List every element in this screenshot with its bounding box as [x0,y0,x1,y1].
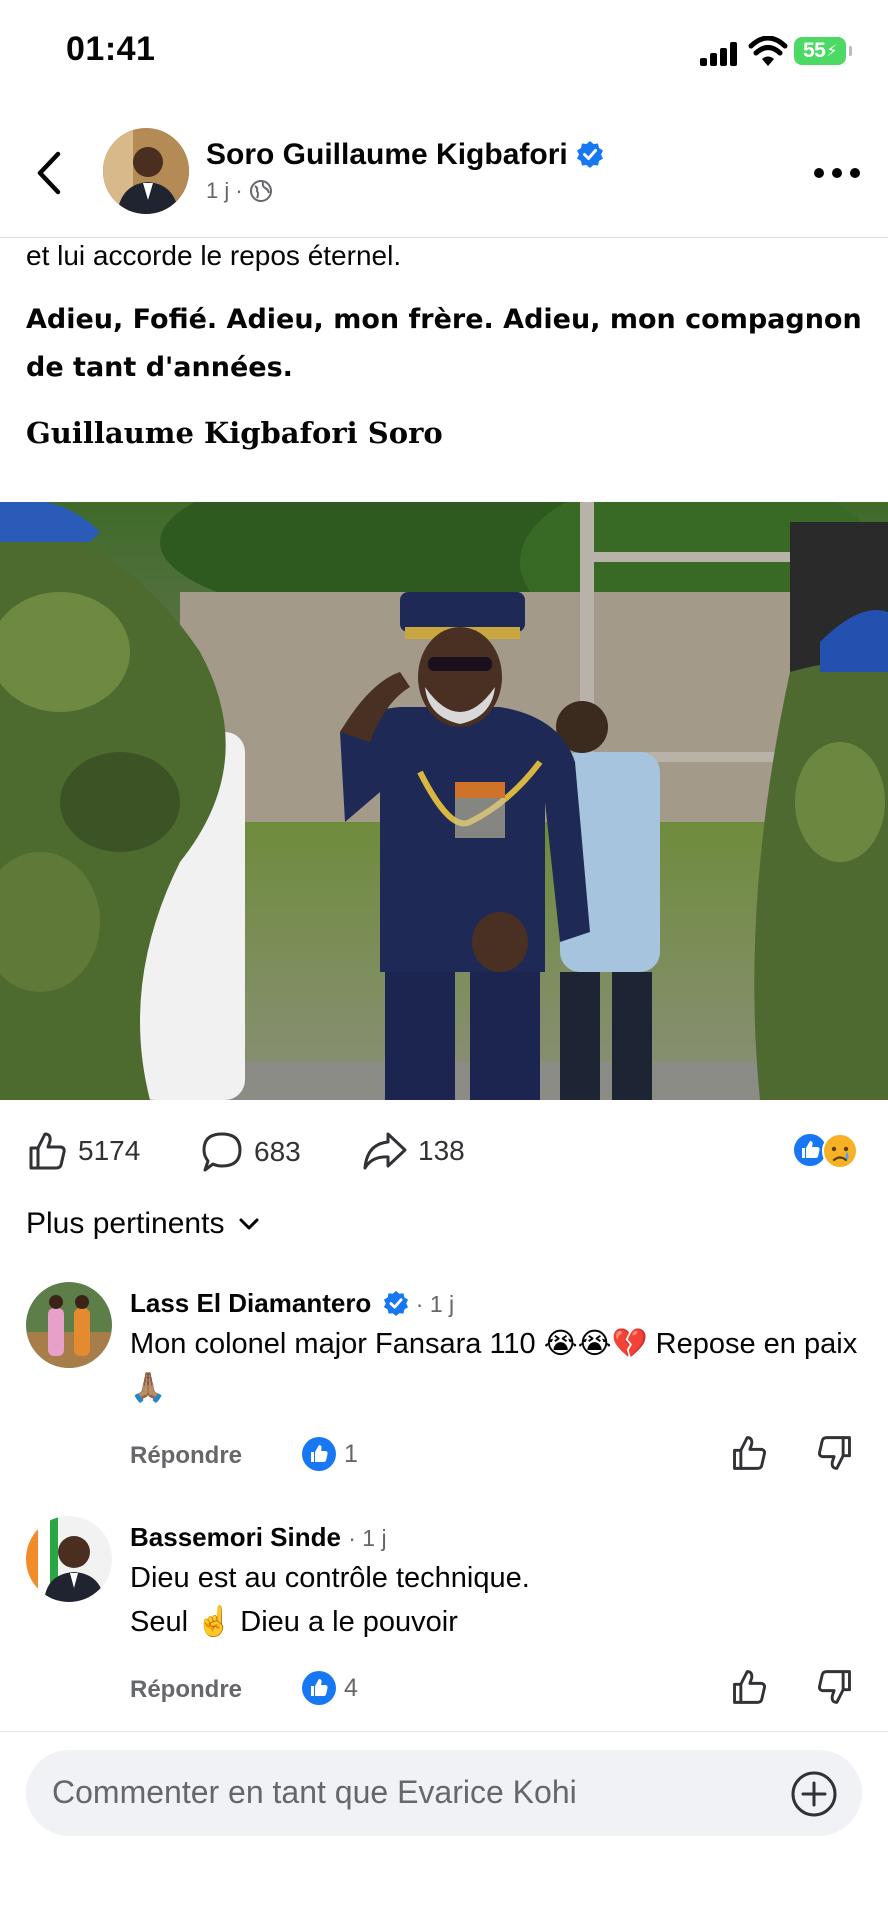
like-button[interactable]: 5174 [26,1130,140,1172]
comment-sort-dropdown[interactable]: Plus pertinents [26,1207,260,1241]
signal-icon [700,42,742,66]
share-count: 138 [418,1135,465,1166]
downvote-icon[interactable] [816,1668,854,1706]
author-name[interactable]: Soro Guillaume Kigbafori [206,138,568,171]
comment-input-placeholder: Commenter en tant que Evarice Kohi [52,1774,577,1810]
comment-text: Mon colonel major Fansara 110 😭😭💔 Repose… [130,1328,858,1404]
add-attachment-icon[interactable] [790,1770,838,1818]
comment-item: Bassemori Sinde · 1 j Dieu est au contrô… [0,1514,888,1714]
post-time: 1 j · [206,178,243,203]
sort-label: Plus pertinents [26,1207,225,1240]
comment-like-count[interactable]: 1 [302,1437,358,1471]
battery-indicator: 55 ⚡ [794,37,852,65]
like-reaction-icon [302,1671,336,1705]
comment-item: Lass El Diamantero · 1 j Mon colonel maj… [0,1280,888,1480]
author-avatar[interactable] [103,128,189,214]
commenter-name[interactable]: Bassemori Sinde [130,1522,341,1552]
reply-button[interactable]: Répondre [130,1442,242,1470]
status-time: 01:41 [66,30,156,68]
comment-text-line: Dieu est au contrôle technique. [130,1562,530,1594]
share-arrow-icon [363,1132,407,1170]
post-photo[interactable] [0,502,888,1100]
back-button[interactable] [30,148,70,198]
post-photo-illustration [0,502,888,1100]
comment-text-line: Seul ☝️ Dieu a le pouvoir [130,1606,458,1638]
post-header: Soro Guillaume Kigbafori 1 j · [0,110,888,238]
wifi-icon [748,36,788,66]
battery-level: 55 [802,39,826,62]
comment-button[interactable]: 683 [200,1130,301,1174]
upvote-icon[interactable] [730,1434,768,1472]
post-meta: 1 j · [206,178,273,204]
sad-reaction-icon [822,1133,858,1169]
upvote-icon[interactable] [730,1668,768,1706]
like-count: 5174 [78,1135,141,1166]
globe-icon [249,180,272,202]
comment-like-number: 4 [344,1673,358,1702]
like-reaction-icon [792,1132,828,1168]
reply-button[interactable]: Répondre [130,1676,242,1704]
share-button[interactable]: 138 [362,1130,465,1172]
reactions-summary[interactable] [792,1130,864,1170]
commenter-avatar[interactable] [26,1516,112,1602]
comment-time: · 1 j [348,1525,387,1551]
comment-input[interactable]: Commenter en tant que Evarice Kohi [26,1750,862,1836]
verified-badge-icon [576,141,603,168]
like-reaction-icon [302,1437,336,1471]
post-text-line: et lui accorde le repos éternel. [26,240,402,271]
post-action-bar: 5174 683 138 [0,1100,888,1200]
comment-composer-bar: Commenter en tant que Evarice Kohi [0,1732,888,1920]
comment-like-count[interactable]: 4 [302,1671,358,1705]
commenter-name[interactable]: Lass El Diamantero [130,1288,371,1318]
comment-like-number: 1 [344,1439,358,1468]
post-farewell-text: Adieu, Fofié. Adieu, mon frère. Adieu, m… [26,304,862,383]
chevron-down-icon [239,1218,259,1230]
post-text: et lui accorde le repos éternel. Adieu, … [26,238,866,450]
comment-text: Dieu est au contrôle technique. Seul ☝️ … [130,1556,860,1644]
more-options-button[interactable] [814,168,860,182]
thumbs-up-icon [29,1132,66,1170]
post-signature: Guillaume Kigbafori Soro [26,416,443,450]
commenter-avatar[interactable] [26,1282,112,1368]
comment-bubble-icon [202,1132,242,1172]
status-bar: 01:41 55 ⚡ [0,0,888,110]
comment-time: · 1 j [415,1291,455,1317]
comment-count: 683 [254,1136,301,1167]
charging-bolt-icon: ⚡ [826,43,838,60]
downvote-icon[interactable] [816,1434,854,1472]
verified-badge-icon [383,1290,408,1316]
